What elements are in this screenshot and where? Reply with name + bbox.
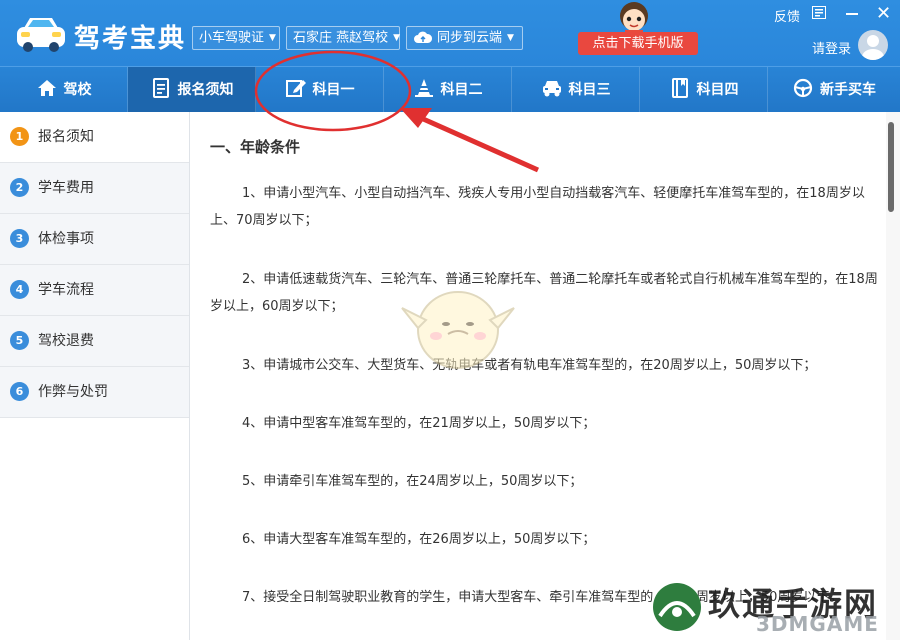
step-number-badge: 4 (10, 280, 29, 299)
steering-wheel-icon (792, 71, 814, 98)
nav-subject-one[interactable]: 科目一 (256, 67, 384, 113)
driving-school-dropdown[interactable]: 石家庄 燕赵驾校 ▼ (286, 26, 400, 50)
login-link[interactable]: 请登录 (812, 38, 851, 57)
paragraph: 6、申请大型客车准驾车型的，在26周岁以上，50周岁以下； (242, 532, 596, 547)
step-number-badge: 3 (10, 229, 29, 248)
section-title: 一、年龄条件 (210, 138, 301, 156)
sidebar-item-label: 作弊与处罚 (38, 384, 108, 400)
cloud-sync-dropdown[interactable]: 同步到云端 ▼ (406, 26, 523, 50)
sidebar-item-label: 学车流程 (38, 282, 94, 298)
nav-buy-car[interactable]: 新手买车 (768, 67, 900, 113)
sidebar-item-process[interactable]: 4 学车流程 (0, 265, 189, 316)
document-icon (150, 71, 172, 98)
paragraph: 1、申请小型汽车、小型自动挡汽车、残疾人专用小型自动挡载客汽车、轻便摩托车准驾车… (210, 186, 865, 228)
main-nav: 驾校 报名须知 科目一 科目二 科目三 科目四 新手买车 (0, 66, 900, 113)
nav-label: 科目一 (312, 82, 355, 98)
sidebar-item-label: 报名须知 (38, 129, 94, 145)
nav-label: 报名须知 (177, 82, 234, 98)
sidebar-item-cheating-penalty[interactable]: 6 作弊与处罚 (0, 367, 189, 418)
download-mobile-button[interactable]: 点击下载手机版 (578, 32, 698, 55)
avatar[interactable] (858, 30, 888, 60)
book-icon (669, 71, 691, 98)
nav-label: 驾校 (63, 82, 92, 98)
sidebar: 1 报名须知 2 学车费用 3 体检事项 4 学车流程 5 驾校退费 6 作弊与… (0, 112, 190, 640)
chevron-down-icon: ▼ (507, 33, 514, 43)
step-number-badge: 1 (10, 127, 29, 146)
nav-registration[interactable]: 报名须知 (128, 67, 256, 113)
watermark-logo-icon (653, 583, 701, 631)
nav-subject-two[interactable]: 科目二 (384, 67, 512, 113)
nav-label: 科目四 (696, 82, 739, 98)
close-icon[interactable]: ✕ (876, 3, 891, 24)
step-number-badge: 6 (10, 382, 29, 401)
step-number-badge: 5 (10, 331, 29, 350)
chevron-down-icon: ▼ (269, 33, 276, 43)
nav-subject-three[interactable]: 科目三 (512, 67, 640, 113)
sidebar-item-label: 驾校退费 (38, 333, 94, 349)
nav-label: 新手买车 (820, 82, 876, 98)
sidebar-item-medical-exam[interactable]: 3 体检事项 (0, 214, 189, 265)
menu-icon[interactable] (812, 6, 826, 19)
car-logo-icon (17, 18, 65, 52)
sidebar-item-fees[interactable]: 2 学车费用 (0, 163, 189, 214)
chick-watermark-icon (401, 291, 515, 369)
scrollbar-thumb[interactable] (888, 122, 894, 212)
content-panel: 一、年龄条件 1、申请小型汽车、小型自动挡汽车、残疾人专用小型自动挡载客汽车、轻… (190, 112, 900, 640)
watermark-subtext: 3DMGAME (756, 612, 879, 636)
cone-icon (413, 71, 435, 97)
car-icon (541, 71, 563, 97)
paragraph: 3、申请城市公交车、大型货车、无轨电车或者有轨电车准驾车型的，在20周岁以上，5… (242, 358, 817, 373)
step-number-badge: 2 (10, 178, 29, 197)
home-icon (36, 71, 58, 96)
sidebar-item-registration-notice[interactable]: 1 报名须知 (0, 112, 189, 163)
mascot-icon (620, 2, 648, 36)
license-type-value: 小车驾驶证 (199, 30, 265, 46)
sidebar-item-label: 体检事项 (38, 231, 94, 247)
app-title: 驾考宝典 (74, 24, 187, 54)
chevron-down-icon: ▼ (393, 33, 401, 43)
cloud-icon (414, 31, 433, 43)
paragraph: 2、申请低速载货汽车、三轮汽车、普通三轮摩托车、普通二轮摩托车或者轮式自行机械车… (210, 272, 878, 314)
edit-icon (285, 71, 307, 97)
license-type-dropdown[interactable]: 小车驾驶证 ▼ (192, 26, 280, 50)
title-bar: 驾考宝典 小车驾驶证 ▼ 石家庄 燕赵驾校 ▼ 同步到云端 ▼ 点击下载手机版 反馈 … (0, 0, 900, 66)
driving-school-value: 石家庄 燕赵驾校 (293, 30, 389, 46)
nav-label: 科目三 (568, 82, 611, 98)
nav-subject-four[interactable]: 科目四 (640, 67, 768, 113)
paragraph: 4、申请中型客车准驾车型的，在21周岁以上，50周岁以下； (242, 416, 596, 431)
sidebar-item-refund[interactable]: 5 驾校退费 (0, 316, 189, 367)
feedback-link[interactable]: 反馈 (774, 6, 800, 25)
nav-driving-school[interactable]: 驾校 (0, 67, 128, 113)
cloud-sync-label: 同步到云端 (437, 30, 503, 46)
sidebar-item-label: 学车费用 (38, 180, 94, 196)
minimize-icon[interactable] (846, 13, 858, 15)
paragraph: 5、申请牵引车准驾车型的，在24周岁以上，50周岁以下； (242, 474, 583, 489)
nav-label: 科目二 (440, 82, 483, 98)
